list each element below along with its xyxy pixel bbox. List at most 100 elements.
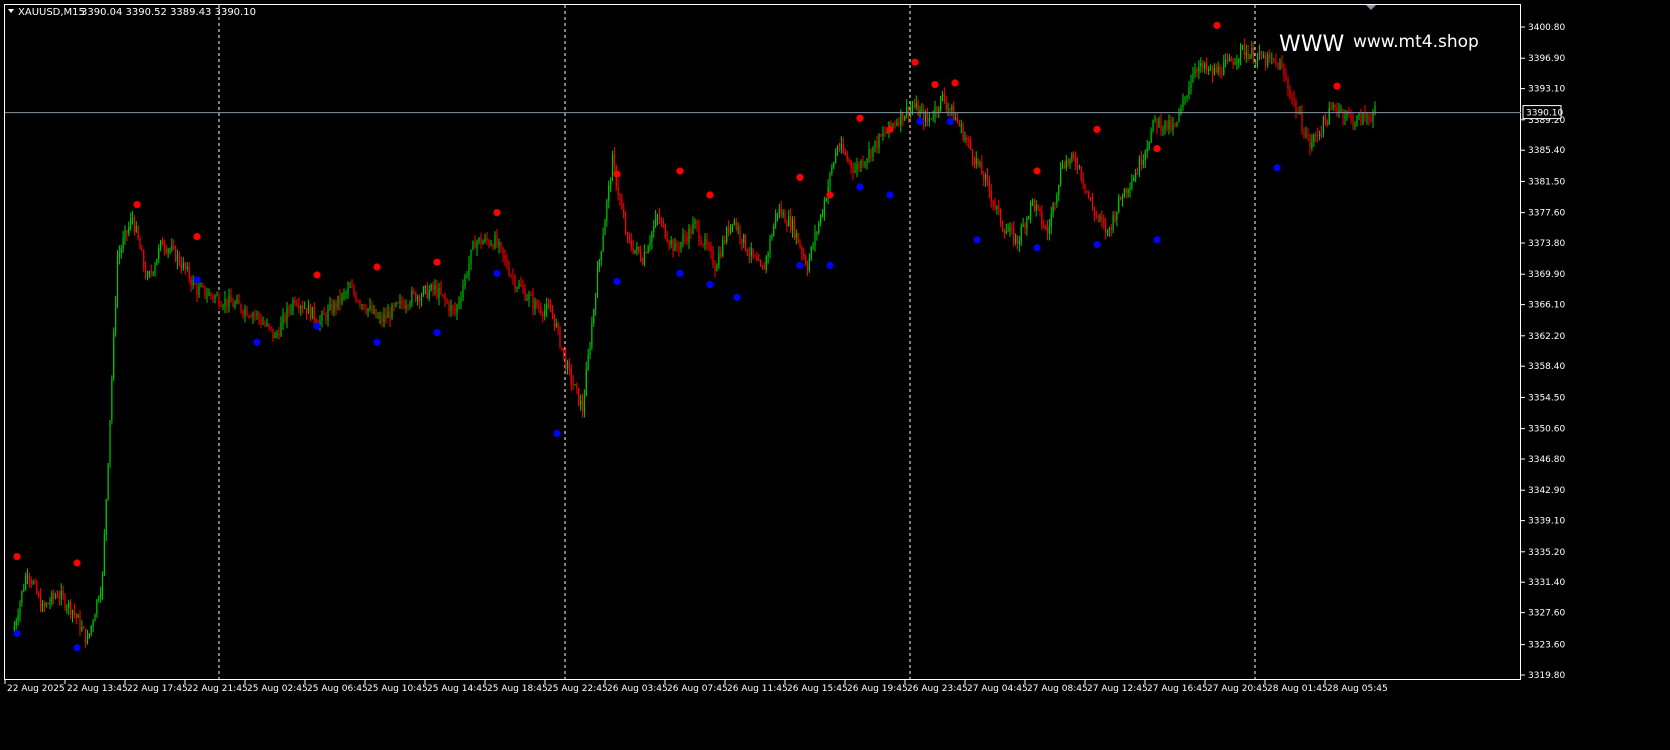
bear-candle — [626, 233, 629, 236]
chart-canvas[interactable]: 3400.803396.903393.103389.203385.403381.… — [0, 0, 1670, 746]
bear-candle — [1320, 132, 1323, 134]
bear-candle — [1120, 196, 1122, 200]
time-axis[interactable]: 22 Aug 2025 22 Aug 13:45 22 Aug 17:45 22 Au… — [4, 680, 1388, 694]
bear-candle — [212, 295, 214, 299]
bear-candle — [735, 221, 737, 230]
bear-candle — [1370, 119, 1372, 121]
bear-candle — [250, 316, 252, 318]
bull-candle — [1190, 82, 1192, 88]
bull-candle — [1180, 106, 1182, 113]
bear-candle — [202, 285, 204, 287]
bull-candle — [430, 284, 432, 291]
bull-candle — [1127, 189, 1129, 193]
bear-candle — [62, 590, 64, 596]
bear-candle — [645, 252, 647, 254]
bear-candle — [302, 306, 304, 309]
bear-candle — [371, 305, 373, 313]
bull-candle — [925, 114, 927, 123]
bear-candle — [739, 227, 741, 239]
bear-candle — [983, 174, 985, 181]
bull-candle — [274, 334, 276, 339]
bull-candle — [200, 285, 202, 287]
fractal-low-dot — [916, 117, 924, 125]
price-axis[interactable]: 3400.803396.903393.103389.203385.403381.… — [1521, 23, 1565, 681]
bull-candle — [1249, 54, 1251, 59]
y-tick-label: 3381.50 — [1528, 177, 1565, 187]
bull-candle — [131, 218, 134, 220]
price-chart[interactable]: 3400.80 3396.90 3393.10 3389.20 3385.40 3381.… — [0, 0, 1670, 746]
chart-menu-triangle-icon[interactable] — [8, 9, 14, 13]
fractal-low-dot — [373, 338, 381, 346]
y-tick-label: 3396.90 — [1528, 54, 1565, 64]
bear-candle — [1226, 59, 1229, 61]
bear-candle — [672, 239, 674, 252]
bear-candle — [724, 240, 726, 243]
fractal-high-dot — [313, 271, 321, 279]
bull-candle — [955, 117, 957, 121]
bear-candle — [512, 275, 514, 278]
bear-candle — [760, 260, 762, 266]
bear-candle — [894, 123, 896, 125]
bear-candle — [714, 265, 716, 272]
bear-candle — [415, 292, 417, 301]
bull-candle — [124, 230, 126, 239]
bear-candle — [936, 107, 938, 112]
y-tick-label: 3377.60 — [1528, 209, 1565, 219]
bull-candle — [206, 295, 208, 297]
bull-candle — [1319, 132, 1321, 137]
x-tick-label: 25 Aug 18:45 — [487, 684, 548, 694]
bear-candle — [1003, 230, 1005, 234]
bear-candle — [165, 248, 167, 253]
bear-candle — [1303, 131, 1305, 136]
bull-candle — [909, 107, 912, 116]
bull-candle — [361, 304, 363, 306]
bear-candle — [220, 305, 222, 307]
bear-candle — [305, 308, 308, 314]
bear-candle — [702, 244, 704, 246]
bull-candle — [1184, 97, 1186, 100]
bear-candle — [36, 582, 38, 594]
bear-candle — [1033, 199, 1035, 211]
chart-shift-marker-icon[interactable] — [1366, 5, 1376, 10]
bear-candle — [1011, 227, 1013, 229]
bull-candle — [731, 224, 734, 226]
bear-candle — [898, 122, 900, 125]
bear-candle — [1368, 116, 1370, 120]
bull-candle — [864, 162, 866, 166]
bear-candle — [1088, 192, 1090, 198]
bull-candle — [1228, 57, 1230, 61]
x-tick-label: 28 Aug 05:45 — [1327, 684, 1388, 694]
bull-candle — [1158, 118, 1160, 127]
bear-candle — [351, 286, 353, 288]
bear-candle — [1013, 228, 1015, 243]
bear-candle — [956, 117, 959, 122]
bull-candle — [464, 275, 466, 286]
fractal-low-dot — [493, 269, 501, 277]
bull-candle — [109, 420, 111, 464]
bear-candle — [1016, 235, 1019, 245]
bull-candle — [1255, 62, 1257, 64]
bear-candle — [359, 301, 361, 305]
bear-candle — [542, 313, 544, 316]
bull-candle — [1071, 154, 1073, 159]
bear-candle — [190, 278, 192, 286]
bull-candle — [395, 302, 397, 307]
bull-candle — [1052, 203, 1054, 214]
bear-candle — [150, 271, 152, 273]
bull-candle — [420, 295, 423, 302]
bull-candle — [228, 295, 230, 307]
bear-candle — [381, 317, 383, 322]
bear-candle — [1166, 120, 1168, 130]
bull-candle — [1240, 45, 1242, 59]
bull-candle — [383, 314, 385, 322]
bull-candle — [32, 581, 34, 584]
bull-candle — [148, 271, 150, 276]
bull-candle — [244, 308, 246, 315]
bull-candle — [682, 235, 684, 243]
bull-candle — [1313, 134, 1315, 142]
bull-candle — [329, 303, 331, 310]
bear-candle — [403, 304, 405, 309]
bear-candle — [58, 597, 60, 599]
y-tick-label: 3385.40 — [1528, 146, 1565, 156]
bull-candle — [688, 228, 690, 242]
